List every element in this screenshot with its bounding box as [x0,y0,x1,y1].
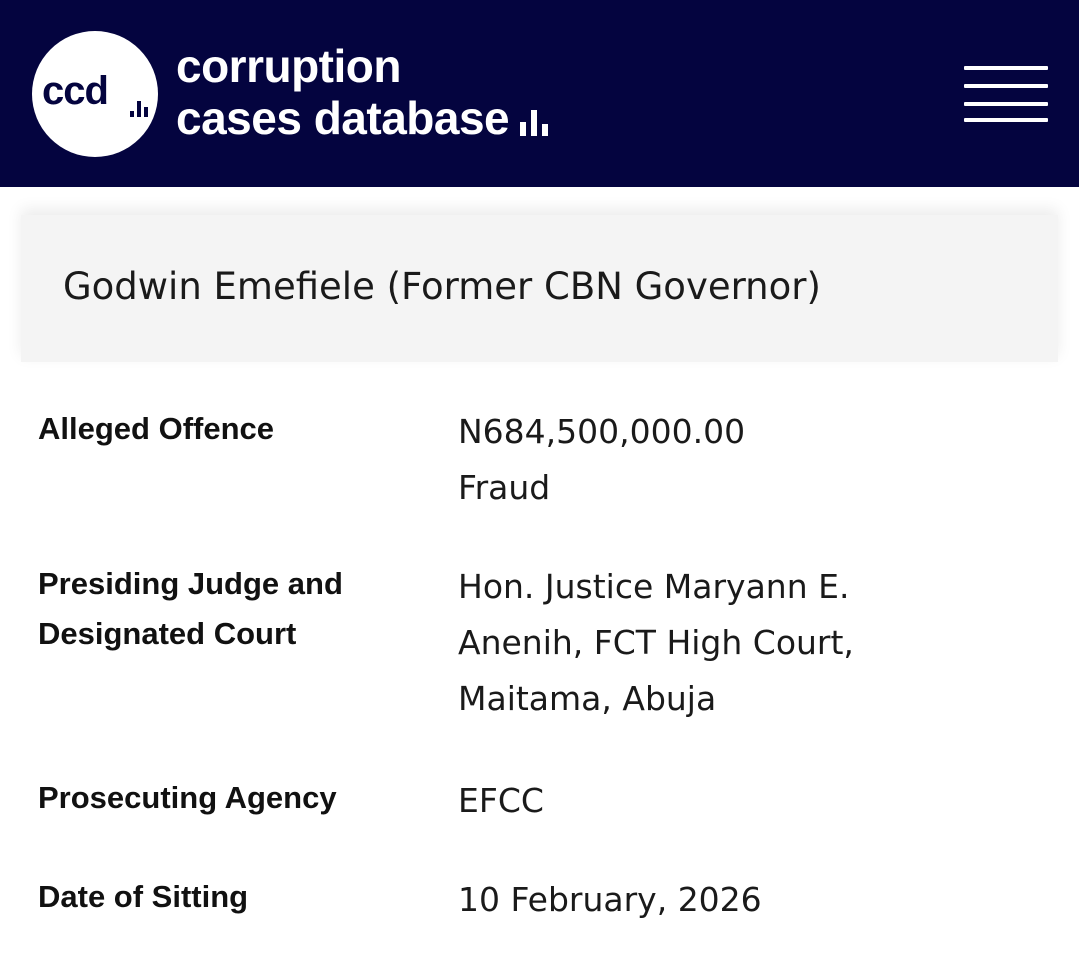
judge-court-value-line2: Anenih, FCT High Court, [458,623,854,662]
judge-court-label: Presiding Judge and Designated Court [38,559,418,659]
menu-line [964,66,1048,70]
logo-bars-icon [130,101,148,117]
alleged-offence-amount: N684,500,000.00 [458,412,746,451]
alleged-offence-label: Alleged Offence [38,411,274,446]
brand-line-1: corruption [176,40,401,92]
prosecuting-agency-label: Prosecuting Agency [38,780,337,815]
brand-line-2: cases database [176,92,549,144]
menu-line [964,102,1048,106]
case-title: Godwin Emefiele (Former CBN Governor) [63,265,821,308]
case-title-card: Godwin Emefiele (Former CBN Governor) [21,215,1058,362]
judge-court-value-line3: Maitama, Abuja [458,679,717,718]
brand-name[interactable]: corruption cases database [176,40,549,144]
judge-court-label-line1: Presiding Judge and [38,566,343,601]
alleged-offence-value: N684,500,000.00 Fraud [458,404,1058,516]
judge-court-value-line1: Hon. Justice Maryann E. [458,567,850,606]
menu-line [964,84,1048,88]
prosecuting-agency-value: EFCC [458,773,1058,829]
date-of-sitting-value: 10 February, 2026 [458,872,1058,928]
site-logo[interactable]: ccd [32,31,158,157]
judge-court-label-line2: Designated Court [38,616,297,651]
alleged-offence-type: Fraud [458,468,551,507]
menu-line [964,118,1048,122]
site-header: ccd corruption cases database [0,0,1079,187]
judge-court-value: Hon. Justice Maryann E. Anenih, FCT High… [458,559,1058,727]
brand-line-2-text: cases database [176,92,510,144]
prosecuting-agency-text: EFCC [458,781,544,820]
bar-chart-icon [520,110,549,136]
logo-text: ccd [42,69,109,113]
hamburger-menu-icon[interactable] [960,62,1050,126]
date-of-sitting-text: 10 February, 2026 [458,880,762,919]
date-of-sitting-label: Date of Sitting [38,879,249,914]
